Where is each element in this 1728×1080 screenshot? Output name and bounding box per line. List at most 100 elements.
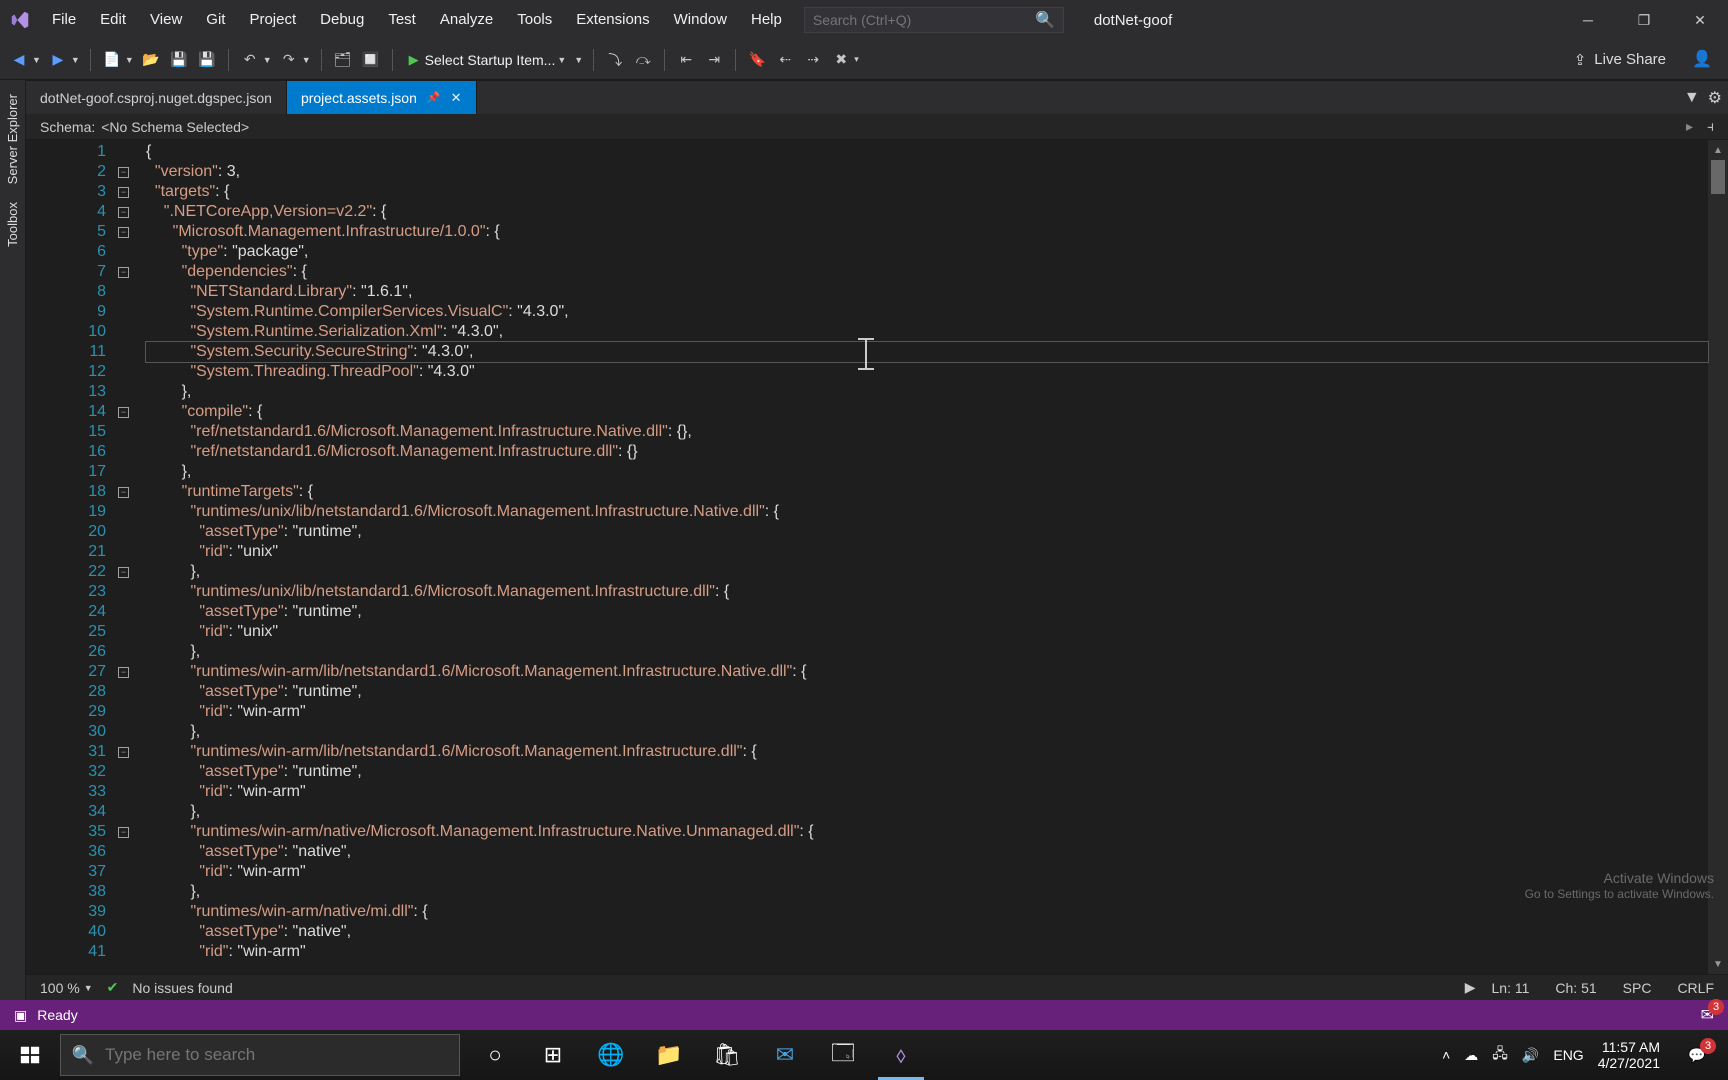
code-line[interactable]: }, <box>146 722 1708 742</box>
mail-icon[interactable]: ✉ <box>756 1030 814 1080</box>
fold-toggle-icon[interactable]: − <box>118 827 129 838</box>
code-line[interactable]: "assetType": "native", <box>146 922 1708 942</box>
schema-value[interactable]: <No Schema Selected> <box>101 119 249 135</box>
menu-test[interactable]: Test <box>376 0 428 40</box>
tab-project-assets[interactable]: project.assets.json 📌 ✕ <box>287 81 477 114</box>
close-button[interactable]: ✕ <box>1672 0 1728 40</box>
new-drop[interactable]: ▼ <box>125 55 134 65</box>
hscroll-right-icon[interactable]: ▶ <box>1465 979 1476 996</box>
open-file-button[interactable]: 📂 <box>140 49 162 71</box>
prev-bookmark-button[interactable]: ⇠ <box>774 49 796 71</box>
code-line[interactable]: }, <box>146 642 1708 662</box>
tab-dgspec[interactable]: dotNet-goof.csproj.nuget.dgspec.json <box>26 81 287 114</box>
next-bookmark-button[interactable]: ⇢ <box>802 49 824 71</box>
toolbox-tab[interactable]: Toolbox <box>5 202 20 247</box>
fold-toggle-icon[interactable]: − <box>118 267 129 278</box>
split-editor-icon[interactable]: ⫞ <box>1707 118 1714 135</box>
step-into-button[interactable]: ⤵ <box>604 49 626 71</box>
taskbar-search[interactable]: 🔍 <box>60 1034 460 1076</box>
code-line[interactable]: "ref/netstandard1.6/Microsoft.Management… <box>146 422 1708 442</box>
start-button[interactable] <box>0 1030 60 1080</box>
menu-analyze[interactable]: Analyze <box>428 0 505 40</box>
code-line[interactable]: "rid": "unix" <box>146 542 1708 562</box>
issues-label[interactable]: No issues found <box>132 980 232 996</box>
code-line[interactable]: "runtimeTargets": { <box>146 482 1708 502</box>
code-line[interactable]: "rid": "win-arm" <box>146 782 1708 802</box>
code-line[interactable]: "type": "package", <box>146 242 1708 262</box>
code-line[interactable]: "System.Security.SecureString": "4.3.0", <box>146 342 1708 362</box>
fold-toggle-icon[interactable]: − <box>118 487 129 498</box>
code-line[interactable]: "rid": "unix" <box>146 622 1708 642</box>
code-line[interactable]: "System.Runtime.CompilerServices.VisualC… <box>146 302 1708 322</box>
code-line[interactable]: "runtimes/win-arm/native/Microsoft.Manag… <box>146 822 1708 842</box>
code-line[interactable]: "targets": { <box>146 182 1708 202</box>
action-center-button[interactable]: 💬 3 <box>1674 1030 1720 1080</box>
restore-button[interactable]: ❐ <box>1616 0 1672 40</box>
save-all-button[interactable]: 💾 <box>196 49 218 71</box>
code-line[interactable]: "System.Runtime.Serialization.Xml": "4.3… <box>146 322 1708 342</box>
code-line[interactable]: "version": 3, <box>146 162 1708 182</box>
fold-toggle-icon[interactable]: − <box>118 667 129 678</box>
code-editor[interactable]: 1234567891011121314151617181920212223242… <box>26 140 1728 974</box>
scroll-down-icon[interactable]: ▼ <box>1708 954 1728 974</box>
code-line[interactable]: "compile": { <box>146 402 1708 422</box>
account-button[interactable]: 👤 <box>1692 49 1714 71</box>
code-line[interactable]: "NETStandard.Library": "1.6.1", <box>146 282 1708 302</box>
code-line[interactable]: "Microsoft.Management.Infrastructure/1.0… <box>146 222 1708 242</box>
save-button[interactable]: 💾 <box>168 49 190 71</box>
code-line[interactable]: }, <box>146 562 1708 582</box>
code-line[interactable]: "rid": "win-arm" <box>146 862 1708 882</box>
code-line[interactable]: "assetType": "native", <box>146 842 1708 862</box>
tray-expand-icon[interactable]: ˄ <box>1442 1047 1450 1063</box>
code-line[interactable]: "assetType": "runtime", <box>146 602 1708 622</box>
code-line[interactable]: "ref/netstandard1.6/Microsoft.Management… <box>146 442 1708 462</box>
code-content[interactable]: { "version": 3, "targets": { ".NETCoreAp… <box>146 140 1708 974</box>
code-line[interactable]: ".NETCoreApp,Version=v2.2": { <box>146 202 1708 222</box>
solution-config-button[interactable]: 🗂 <box>332 49 354 71</box>
fold-toggle-icon[interactable]: − <box>118 567 129 578</box>
cortana-icon[interactable]: ○ <box>466 1030 524 1080</box>
code-line[interactable]: }, <box>146 462 1708 482</box>
tab-overflow-drop[interactable]: ▼ <box>1684 89 1700 107</box>
code-line[interactable]: "runtimes/win-arm/native/mi.dll": { <box>146 902 1708 922</box>
code-line[interactable]: "assetType": "runtime", <box>146 522 1708 542</box>
close-tab-icon[interactable]: ✕ <box>451 90 462 106</box>
start-split-drop[interactable]: ▼ <box>574 55 583 65</box>
onedrive-icon[interactable]: ☁ <box>1464 1047 1478 1064</box>
outdent-button[interactable]: ⇤ <box>675 49 697 71</box>
lineending-indicator[interactable]: CRLF <box>1677 980 1714 996</box>
fold-toggle-icon[interactable]: − <box>118 747 129 758</box>
code-line[interactable]: "runtimes/unix/lib/netstandard1.6/Micros… <box>146 582 1708 602</box>
nav-forward-drop[interactable]: ▼ <box>71 55 80 65</box>
redo-drop[interactable]: ▼ <box>302 55 311 65</box>
fold-toggle-icon[interactable]: − <box>118 407 129 418</box>
visual-studio-icon[interactable]: ⬨ <box>872 1030 930 1080</box>
indent-indicator[interactable]: SPC <box>1623 980 1652 996</box>
quick-search-input[interactable] <box>813 12 1035 28</box>
redo-button[interactable]: ↷ <box>278 49 300 71</box>
input-lang[interactable]: ENG <box>1553 1047 1583 1063</box>
code-line[interactable]: }, <box>146 882 1708 902</box>
vertical-scrollbar[interactable]: ▲ ▼ <box>1708 140 1728 974</box>
bookmark-button[interactable]: 🔖 <box>746 49 768 71</box>
taskbar-search-input[interactable] <box>105 1045 459 1065</box>
menu-tools[interactable]: Tools <box>505 0 564 40</box>
app1-icon[interactable]: 🗔 <box>814 1030 872 1080</box>
fold-toggle-icon[interactable]: − <box>118 207 129 218</box>
minimize-button[interactable]: ─ <box>1560 0 1616 40</box>
menu-edit[interactable]: Edit <box>88 0 138 40</box>
indent-button[interactable]: ⇥ <box>703 49 725 71</box>
menu-extensions[interactable]: Extensions <box>564 0 661 40</box>
fold-toggle-icon[interactable]: − <box>118 167 129 178</box>
zoom-selector[interactable]: 100 % ▼ <box>40 980 93 996</box>
code-line[interactable]: "runtimes/unix/lib/netstandard1.6/Micros… <box>146 502 1708 522</box>
menu-window[interactable]: Window <box>662 0 739 40</box>
explorer-icon[interactable]: 📁 <box>640 1030 698 1080</box>
step-over-button[interactable]: ⤼ <box>632 49 654 71</box>
fold-toggle-icon[interactable]: − <box>118 227 129 238</box>
menu-project[interactable]: Project <box>237 0 308 40</box>
schema-drop-icon[interactable]: ▸ <box>1686 118 1693 135</box>
code-line[interactable]: "runtimes/win-arm/lib/netstandard1.6/Mic… <box>146 662 1708 682</box>
clock[interactable]: 11:57 AM 4/27/2021 <box>1598 1039 1660 1071</box>
undo-button[interactable]: ↶ <box>239 49 261 71</box>
